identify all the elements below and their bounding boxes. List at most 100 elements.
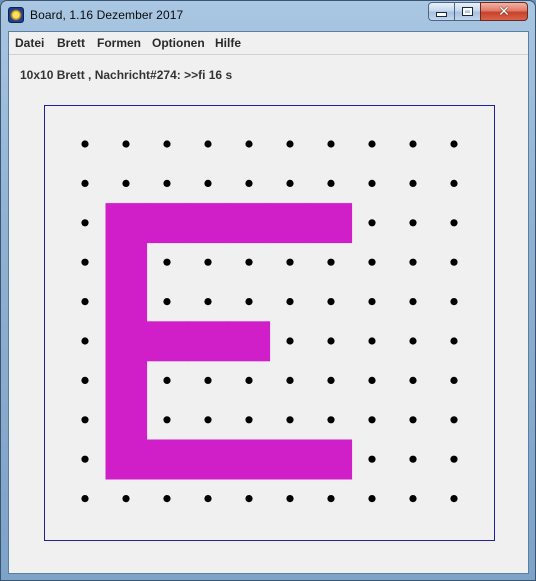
- grid-dot[interactable]: [163, 495, 171, 503]
- grid-dot[interactable]: [122, 140, 130, 148]
- grid-dot[interactable]: [163, 258, 171, 266]
- grid-dot[interactable]: [450, 337, 458, 345]
- shape-cell: [228, 439, 271, 480]
- grid-dot[interactable]: [368, 455, 376, 463]
- grid-dot[interactable]: [409, 179, 417, 187]
- grid-dot[interactable]: [122, 179, 130, 187]
- grid-dot[interactable]: [327, 416, 335, 424]
- shape-cell: [310, 203, 353, 244]
- grid-dot[interactable]: [409, 258, 417, 266]
- grid-dot[interactable]: [204, 416, 212, 424]
- grid-dot[interactable]: [245, 416, 253, 424]
- grid-dot[interactable]: [163, 416, 171, 424]
- grid-dot[interactable]: [163, 179, 171, 187]
- grid-dot[interactable]: [368, 416, 376, 424]
- grid-dot[interactable]: [286, 416, 294, 424]
- grid-dot[interactable]: [450, 298, 458, 306]
- grid-dot[interactable]: [450, 376, 458, 384]
- grid-dot[interactable]: [286, 140, 294, 148]
- grid-dot[interactable]: [368, 376, 376, 384]
- grid-dot[interactable]: [409, 455, 417, 463]
- grid-dot[interactable]: [204, 179, 212, 187]
- grid-dot[interactable]: [286, 179, 294, 187]
- maximize-button[interactable]: [454, 2, 481, 21]
- grid-dot[interactable]: [450, 455, 458, 463]
- grid-dot[interactable]: [368, 337, 376, 345]
- grid-dot[interactable]: [368, 495, 376, 503]
- close-button[interactable]: ✕: [480, 2, 528, 21]
- grid-dot[interactable]: [204, 376, 212, 384]
- grid-dot[interactable]: [409, 337, 417, 345]
- grid-dot[interactable]: [368, 298, 376, 306]
- grid-dot[interactable]: [245, 495, 253, 503]
- grid-dot[interactable]: [450, 219, 458, 227]
- minimize-button[interactable]: [428, 2, 455, 21]
- grid-dot[interactable]: [81, 455, 89, 463]
- grid-dot[interactable]: [409, 219, 417, 227]
- shape-cell: [228, 321, 271, 362]
- grid-dot[interactable]: [286, 376, 294, 384]
- maximize-icon: [462, 7, 473, 16]
- shape-cell: [105, 400, 148, 441]
- grid-dot[interactable]: [450, 258, 458, 266]
- grid-dot[interactable]: [286, 258, 294, 266]
- grid-dot[interactable]: [409, 140, 417, 148]
- menu-brett[interactable]: Brett: [57, 36, 85, 50]
- menu-datei[interactable]: Datei: [15, 36, 44, 50]
- grid-dot[interactable]: [163, 140, 171, 148]
- grid-dot[interactable]: [450, 179, 458, 187]
- grid-dot[interactable]: [245, 298, 253, 306]
- grid-dot[interactable]: [81, 298, 89, 306]
- grid-dot[interactable]: [409, 376, 417, 384]
- grid-dot[interactable]: [327, 376, 335, 384]
- shape-cell: [269, 203, 312, 244]
- grid-dot[interactable]: [204, 258, 212, 266]
- grid-dot[interactable]: [368, 140, 376, 148]
- grid-dot[interactable]: [368, 179, 376, 187]
- grid-dot[interactable]: [327, 495, 335, 503]
- grid-dot[interactable]: [327, 258, 335, 266]
- grid-dot[interactable]: [368, 258, 376, 266]
- grid-dot[interactable]: [81, 495, 89, 503]
- menu-hilfe[interactable]: Hilfe: [215, 36, 241, 50]
- grid-dot[interactable]: [163, 376, 171, 384]
- board-grid[interactable]: [45, 106, 494, 540]
- client-area: Datei Brett Formen Optionen Hilfe 10x10 …: [8, 31, 529, 574]
- title-bar[interactable]: Board, 1.16 Dezember 2017 ✕: [1, 1, 535, 31]
- grid-dot[interactable]: [327, 298, 335, 306]
- grid-dot[interactable]: [81, 337, 89, 345]
- grid-dot[interactable]: [81, 376, 89, 384]
- grid-dot[interactable]: [204, 495, 212, 503]
- grid-dot[interactable]: [81, 258, 89, 266]
- grid-dot[interactable]: [327, 179, 335, 187]
- shape-cell: [146, 439, 189, 480]
- grid-dot[interactable]: [327, 140, 335, 148]
- grid-dot[interactable]: [81, 179, 89, 187]
- grid-dot[interactable]: [286, 298, 294, 306]
- grid-dot[interactable]: [81, 416, 89, 424]
- menu-formen[interactable]: Formen: [97, 36, 141, 50]
- grid-dot[interactable]: [450, 416, 458, 424]
- grid-dot[interactable]: [327, 337, 335, 345]
- grid-dot[interactable]: [245, 376, 253, 384]
- grid-dot[interactable]: [450, 495, 458, 503]
- grid-dot[interactable]: [81, 219, 89, 227]
- grid-dot[interactable]: [245, 179, 253, 187]
- grid-dot[interactable]: [204, 140, 212, 148]
- grid-dot[interactable]: [409, 416, 417, 424]
- grid-dot[interactable]: [409, 298, 417, 306]
- grid-dot[interactable]: [122, 495, 130, 503]
- grid-dot[interactable]: [368, 219, 376, 227]
- grid-dot[interactable]: [286, 495, 294, 503]
- shape-cell: [105, 242, 148, 283]
- grid-dot[interactable]: [204, 298, 212, 306]
- app-board-icon[interactable]: [8, 7, 24, 23]
- grid-dot[interactable]: [409, 495, 417, 503]
- grid-dot[interactable]: [245, 258, 253, 266]
- grid-dot[interactable]: [286, 337, 294, 345]
- grid-dot[interactable]: [81, 140, 89, 148]
- grid-dot[interactable]: [163, 298, 171, 306]
- menu-optionen[interactable]: Optionen: [152, 36, 205, 50]
- grid-dot[interactable]: [245, 140, 253, 148]
- grid-dot[interactable]: [450, 140, 458, 148]
